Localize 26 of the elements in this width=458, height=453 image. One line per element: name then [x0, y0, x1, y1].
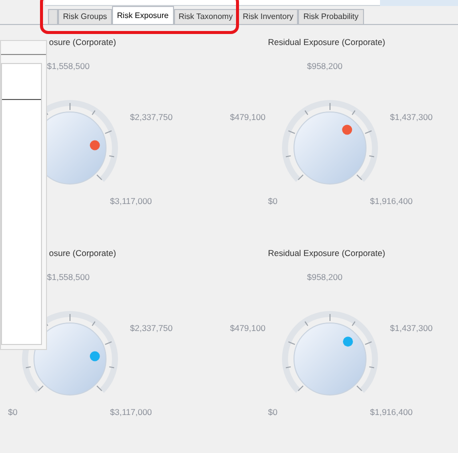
tab[interactable]: Risk Probability	[298, 9, 364, 24]
tab[interactable]: Risk Groups	[58, 9, 112, 24]
scale-label: $958,200	[307, 271, 342, 284]
scale-label: $1,558,500	[47, 271, 90, 284]
scale-label: $1,558,500	[47, 60, 90, 73]
scale-label: $479,100	[230, 322, 266, 335]
tab[interactable]: Risk Exposure	[112, 6, 174, 24]
scale-label: $1,916,400	[370, 406, 413, 419]
gauge-title: osure (Corporate)	[49, 247, 116, 260]
gauge-title: Residual Exposure (Corporate)	[268, 36, 386, 49]
tab[interactable]: Risk Taxonomy	[174, 9, 238, 24]
scale-label: $1,437,300	[390, 111, 433, 124]
scale-label: $2,337,750	[130, 111, 173, 124]
tab[interactable]: Risk Inventory	[238, 9, 298, 24]
scale-label: $3,117,000	[110, 406, 152, 419]
gauge-title: Residual Exposure (Corporate)	[268, 247, 386, 260]
scale-label: $0	[8, 406, 18, 419]
scale-label: $2,337,750	[130, 322, 173, 335]
scale-label: $479,100	[230, 111, 266, 124]
scale-label: $0	[268, 406, 278, 419]
scale-label: $1,916,400	[370, 195, 413, 208]
scale-label: $3,117,000	[110, 195, 152, 208]
scale-label: $1,437,300	[390, 322, 433, 335]
scale-label: $958,200	[307, 60, 342, 73]
scale-label: $0	[268, 195, 278, 208]
gauge-title: osure (Corporate)	[49, 36, 116, 49]
